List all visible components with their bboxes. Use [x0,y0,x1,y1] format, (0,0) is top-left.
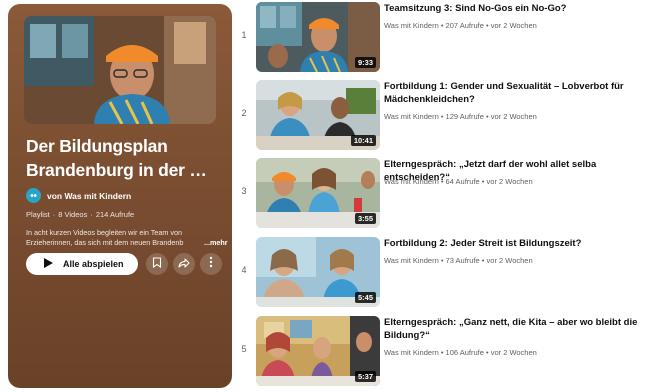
view-count: 214 Aufrufe [95,210,135,219]
share-icon [178,255,190,273]
meta-separator: · [90,210,93,219]
video-duration: 5:45 [354,292,376,303]
video-meta: Was mit Kindern • 73 Aufrufe • vor 2 Woc… [384,256,533,265]
video-index: 2 [241,108,247,118]
video-title[interactable]: Elterngespräch: „Ganz nett, die Kita – a… [384,316,660,342]
video-index: 4 [241,265,247,275]
more-options-button[interactable] [200,253,222,275]
video-thumbnail[interactable]: 9:33 [256,2,380,72]
video-title[interactable]: Teamsitzung 3: Sind No-Gos ein No-Go? [384,2,660,15]
playlist-thumbnail[interactable] [24,16,216,124]
playlist-meta: Playlist · 8 Videos · 214 Aufrufe [26,210,134,219]
video-meta: Was mit Kindern • 106 Aufrufe • vor 2 Wo… [384,348,537,357]
play-all-label: Alle abspielen [63,259,124,269]
video-thumbnail[interactable]: 5:45 [256,237,380,307]
video-meta: Was mit Kindern • 64 Aufrufe • vor 2 Woc… [384,177,533,186]
video-thumbnail[interactable]: 10:41 [256,80,380,150]
video-index: 5 [241,344,247,354]
play-icon [44,258,53,270]
playlist-description: In acht kurzen Videos begleiten wir ein … [26,228,184,247]
meta-separator: · [52,210,56,219]
video-meta: Was mit Kindern • 129 Aufrufe • vor 2 Wo… [384,112,537,121]
video-thumbnail[interactable]: 3:55 [256,158,380,228]
more-vertical-icon [209,255,213,273]
video-index: 3 [241,186,247,196]
share-button[interactable] [173,253,195,275]
save-playlist-button[interactable] [146,253,168,275]
channel-name[interactable]: von Was mit Kindern [47,191,131,201]
description-more-link[interactable]: ...mehr [204,238,228,247]
playlist-video-row[interactable]: 4 5:45 Fortbildung 2: Jeder Streit ist B… [236,237,661,309]
channel-link[interactable]: von Was mit Kindern [26,188,131,203]
video-thumbnail[interactable]: 5:37 [256,316,380,386]
video-duration: 3:55 [354,213,376,224]
video-meta: Was mit Kindern • 207 Aufrufe • vor 2 Wo… [384,21,537,30]
playlist-video-row[interactable]: 5 5:37 Elterngespräch: „Ganz nett, die K… [236,316,661,388]
save-icon [152,255,162,273]
playlist-header-panel: Der Bildungsplan Brandenburg in der … vo… [8,4,232,388]
video-duration: 10:41 [350,135,376,146]
playlist-title: Der Bildungsplan Brandenburg in der … [26,136,207,180]
video-title[interactable]: Fortbildung 2: Jeder Streit ist Bildungs… [384,237,660,250]
video-index: 1 [241,30,247,40]
playlist-video-row[interactable]: 3 3:55 Elterngespräch: „Jetzt darf der w… [236,158,661,230]
video-duration: 9:33 [354,57,376,68]
video-title[interactable]: Fortbildung 1: Gender und Sexualität – L… [384,80,660,106]
play-all-button[interactable]: Alle abspielen [26,253,138,275]
playlist-video-row[interactable]: 2 10:41 Fortbildung 1: Gender und Sexual… [236,80,661,152]
video-duration: 5:37 [354,371,376,382]
playlist-video-row[interactable]: 1 9:33 Teamsitzung 3: Sind No-Gos ein No… [236,2,661,74]
channel-avatar[interactable] [26,188,41,203]
playlist-type: Playlist [26,210,50,219]
video-count: 8 Videos [58,210,88,219]
